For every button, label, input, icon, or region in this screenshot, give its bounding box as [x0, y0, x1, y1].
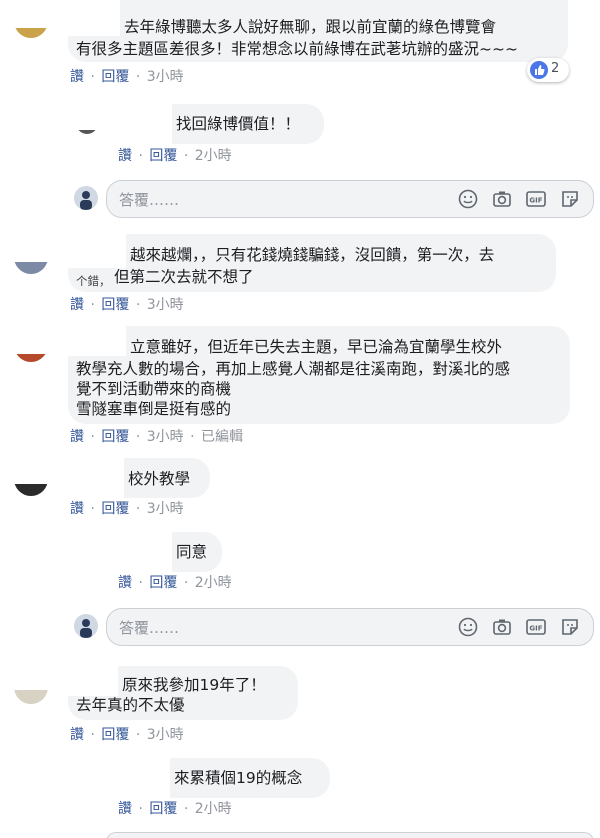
gif-icon[interactable]: GIF [525, 188, 547, 210]
name-redaction [68, 326, 126, 356]
separator-dot: · [90, 297, 95, 313]
comment-text-line: 去年綠博聽太多人說好無聊，跟以前宜蘭的綠色博覽會 [124, 18, 497, 36]
avatar-crop [0, 232, 60, 262]
sticker-icon[interactable] [559, 616, 581, 638]
reply-link[interactable]: 回覆 [101, 501, 129, 517]
avatar-crop [0, 660, 60, 690]
camera-icon[interactable] [491, 616, 513, 638]
reply-actions: 讚 · 回覆 · 2小時 [118, 147, 232, 165]
comment-text-fragment: 个錯， [76, 274, 111, 288]
like-link[interactable]: 讚 [118, 148, 132, 164]
reply-link[interactable]: 回覆 [101, 727, 129, 743]
emoji-icon[interactable] [457, 188, 479, 210]
like-link[interactable]: 讚 [70, 69, 84, 85]
separator-dot: · [90, 69, 95, 85]
comment-timestamp[interactable]: 3小時 [147, 501, 184, 517]
reply-link[interactable]: 回覆 [149, 575, 177, 591]
comment-text-line: 有很多主題區差很多！非常想念以前綠博在武荖坑辦的盛況~~~ [76, 40, 518, 58]
separator-dot: · [138, 148, 143, 164]
avatar-crop [70, 104, 110, 130]
reply-input[interactable]: 答覆…… GIF [106, 608, 594, 646]
name-redaction [70, 758, 170, 798]
comment-timestamp[interactable]: 3小時 [147, 69, 184, 85]
emoji-icon[interactable] [457, 616, 479, 638]
reply-text-line: 找回綠博價值！！ [176, 115, 301, 133]
reaction-badge[interactable]: 2 [527, 58, 569, 82]
name-redaction [68, 458, 124, 498]
like-link[interactable]: 讚 [70, 429, 84, 445]
separator-dot: · [135, 727, 141, 743]
avatar-crop [0, 318, 60, 354]
separator-dot: · [90, 501, 95, 517]
reply-link[interactable]: 回覆 [149, 148, 177, 164]
comment-timestamp[interactable]: 3小時 [147, 429, 184, 445]
like-link[interactable]: 讚 [118, 575, 132, 591]
comment-actions: 讚 · 回覆 · 3小時 [70, 500, 184, 518]
separator-dot: · [183, 801, 189, 817]
comment-text-line: 越來越爛，，只有花錢燒錢騙錢，沒回饋，第一次，去 [130, 246, 495, 264]
reply-link[interactable]: 回覆 [101, 429, 129, 445]
reply-timestamp[interactable]: 2小時 [195, 801, 232, 817]
reply-input[interactable]: 答覆…… GIF [106, 180, 594, 218]
comment-actions: 讚 · 回覆 · 3小時 · 已編輯 [70, 428, 243, 446]
like-link[interactable]: 讚 [118, 801, 132, 817]
reply-actions: 讚 · 回覆 · 2小時 [118, 574, 232, 592]
name-redaction [68, 234, 126, 268]
reply-input[interactable] [106, 832, 594, 838]
current-user-avatar [74, 614, 98, 638]
gif-icon[interactable]: GIF [525, 616, 547, 638]
svg-text:GIF: GIF [529, 625, 542, 633]
reply-placeholder: 答覆…… [119, 191, 180, 209]
separator-dot: · [138, 575, 143, 591]
comment-text-line: 雪隧塞車倒是挺有感的 [76, 400, 232, 418]
edited-label[interactable]: 已編輯 [201, 429, 243, 445]
camera-icon[interactable] [491, 188, 513, 210]
reply-placeholder: 答覆…… [119, 619, 180, 637]
reply-actions: 讚 · 回覆 · 2小時 [118, 800, 232, 818]
sticker-icon[interactable] [559, 188, 581, 210]
comment-actions: 讚 · 回覆 · 3小時 [70, 296, 184, 314]
comment-text-line: 教學充人數的場合，再加上感覺人潮都是往溪南跑，對溪北的感 [76, 360, 511, 378]
name-redaction [68, 666, 118, 696]
reply-timestamp[interactable]: 2小時 [195, 148, 232, 164]
reply-link[interactable]: 回覆 [101, 297, 129, 313]
avatar-crop [0, 452, 60, 484]
separator-dot: · [138, 801, 143, 817]
comment-timestamp[interactable]: 3小時 [147, 297, 184, 313]
like-link[interactable]: 讚 [70, 727, 84, 743]
like-link[interactable]: 讚 [70, 297, 84, 313]
comment-text-line: 去年真的不太優 [76, 696, 185, 714]
comment-timestamp[interactable]: 3小時 [147, 727, 184, 743]
reply-link[interactable]: 回覆 [101, 69, 129, 85]
reply-link[interactable]: 回覆 [149, 801, 177, 817]
comment-text-line: 立意雖好，但近年已失去主題，早已淪為宜蘭學生校外 [130, 338, 503, 356]
reply-text-line: 同意 [176, 543, 208, 561]
separator-dot: · [190, 429, 195, 445]
svg-text:GIF: GIF [529, 197, 542, 205]
reply-timestamp[interactable]: 2小時 [195, 575, 232, 591]
separator-dot: · [90, 727, 95, 743]
comment-text-line: 但第二次去就不想了 [114, 268, 254, 286]
name-redaction [68, 0, 120, 36]
avatar-crop [0, 0, 60, 28]
comment-actions: 讚 · 回覆 · 3小時 [70, 68, 184, 86]
current-user-avatar [74, 186, 98, 210]
reply-text-line: 來累積個19的概念 [174, 769, 303, 787]
comment-text-line: 覺不到活動帶來的商機 [76, 380, 232, 398]
comment-text-line: 原來我參加19年了！ [122, 676, 266, 694]
separator-dot: · [135, 429, 141, 445]
separator-dot: · [183, 148, 189, 164]
separator-dot: · [183, 575, 189, 591]
separator-dot: · [135, 501, 141, 517]
like-icon [530, 61, 548, 79]
like-link[interactable]: 讚 [70, 501, 84, 517]
separator-dot: · [90, 429, 95, 445]
comment-actions: 讚 · 回覆 · 3小時 [70, 726, 184, 744]
reaction-count: 2 [551, 61, 560, 76]
separator-dot: · [135, 297, 141, 313]
name-redaction [70, 532, 172, 572]
name-redaction [108, 104, 172, 144]
separator-dot: · [135, 69, 141, 85]
comment-text-line: 校外教學 [128, 470, 191, 488]
